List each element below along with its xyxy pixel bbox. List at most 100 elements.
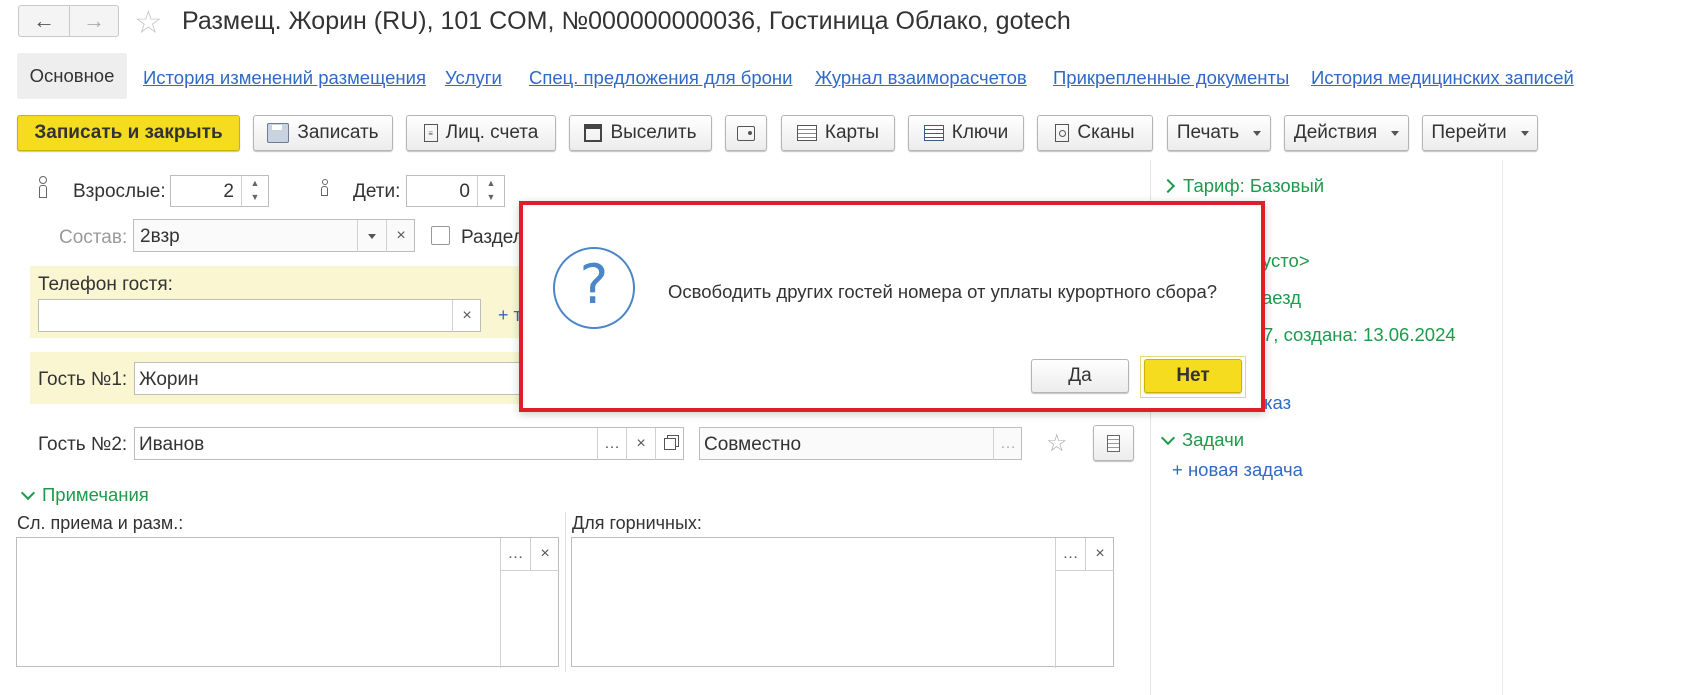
stepper-arrows[interactable]: ▲ ▼: [477, 176, 504, 206]
notes-header-label: Примечания: [42, 484, 149, 505]
select-button[interactable]: …: [993, 428, 1022, 460]
empty-link[interactable]: усто>: [1262, 250, 1310, 272]
favorite-star-icon[interactable]: ☆: [134, 3, 163, 41]
tab-services[interactable]: Услуги: [445, 67, 502, 89]
guest1-value: Жорин: [139, 369, 199, 390]
table-icon: [796, 125, 817, 141]
tab-settlements-journal[interactable]: Журнал взаиморасчетов: [815, 67, 1027, 89]
print-button[interactable]: Печать: [1167, 115, 1271, 151]
phone-label: Телефон гостя:: [38, 274, 173, 295]
close-icon: ×: [462, 307, 472, 324]
tab-special-offers[interactable]: Спец. предложения для брони: [529, 67, 792, 89]
open-button[interactable]: [655, 428, 684, 460]
cards-button[interactable]: Карты: [781, 115, 895, 151]
arrow-left-icon: ←: [33, 8, 55, 33]
yes-button[interactable]: Да: [1031, 359, 1129, 393]
arrival-link[interactable]: аезд: [1262, 287, 1301, 309]
cards-label: Карты: [824, 122, 880, 143]
document-icon: [1107, 434, 1120, 452]
order-link[interactable]: каз: [1264, 392, 1291, 414]
confirm-dialog: ? Освободить других гостей номера от упл…: [519, 201, 1265, 412]
wallet-button[interactable]: [725, 115, 767, 151]
chevron-down-icon: [1253, 130, 1262, 136]
accounts-label: Лиц. счета: [445, 122, 539, 143]
back-button[interactable]: ←: [19, 6, 70, 36]
scans-button[interactable]: Сканы: [1037, 115, 1153, 151]
save-label: Записать: [297, 122, 379, 143]
dropdown-button[interactable]: [357, 220, 386, 252]
together-placeholder: Совместно: [704, 434, 802, 455]
new-task-link[interactable]: + новая задача: [1172, 459, 1303, 481]
tasks-header[interactable]: Задачи: [1160, 429, 1244, 451]
tab-medical-history[interactable]: История медицинских записей: [1311, 67, 1574, 89]
goto-label: Перейти: [1431, 122, 1507, 143]
calculator-icon: ≡: [423, 124, 438, 142]
keys-label: Ключи: [951, 122, 1009, 143]
composition-select[interactable]: 2взр ×: [133, 219, 415, 252]
forward-button[interactable]: →: [69, 6, 119, 36]
floppy-icon: [267, 123, 290, 143]
guest2-value: Иванов: [139, 434, 205, 455]
tab-main[interactable]: Основное: [17, 53, 127, 99]
no-button[interactable]: Нет: [1144, 359, 1242, 393]
notes-header[interactable]: Примечания: [20, 484, 149, 506]
right-panel-divider-2: [1502, 160, 1503, 695]
chevron-right-icon: [1160, 178, 1176, 194]
clear-button[interactable]: ×: [386, 220, 415, 252]
checkout-button[interactable]: Выселить: [569, 115, 712, 151]
actions-label: Действия: [1293, 122, 1378, 143]
maids-notes-textarea[interactable]: … ×: [571, 537, 1114, 668]
print-label: Печать: [1176, 122, 1240, 143]
scans-label: Сканы: [1077, 122, 1135, 143]
children-stepper[interactable]: 0 ▲ ▼: [406, 175, 505, 207]
save-and-close-button[interactable]: Записать и закрыть: [17, 115, 240, 151]
chevron-down-icon: [1160, 430, 1176, 445]
actions-button[interactable]: Действия: [1284, 115, 1409, 151]
phone-input[interactable]: ×: [38, 299, 481, 332]
adults-stepper[interactable]: 2 ▲ ▼: [170, 175, 269, 207]
reception-notes-textarea[interactable]: … ×: [16, 537, 559, 668]
goto-button[interactable]: Перейти: [1422, 115, 1538, 151]
list-icon: [923, 125, 944, 141]
accounts-button[interactable]: ≡ Лиц. счета: [406, 115, 556, 151]
star-icon[interactable]: ☆: [1046, 429, 1068, 458]
scanner-icon: [1055, 124, 1070, 142]
tariff-link[interactable]: Тариф: Базовый: [1160, 175, 1325, 197]
open-window-icon: [664, 438, 676, 450]
tasks-header-label: Задачи: [1182, 429, 1245, 450]
select-button[interactable]: …: [500, 538, 530, 571]
clear-button[interactable]: ×: [1085, 538, 1114, 571]
no-label: Нет: [1176, 365, 1210, 386]
back-forward-group: ← →: [18, 5, 119, 37]
guest2-label: Гость №2:: [38, 434, 128, 455]
stepper-arrows[interactable]: ▲ ▼: [241, 176, 268, 206]
save-and-close-label: Записать и закрыть: [34, 122, 223, 143]
guest1-label: Гость №1:: [38, 369, 128, 390]
clear-button[interactable]: ×: [530, 538, 559, 571]
select-button[interactable]: …: [1055, 538, 1085, 571]
close-icon: ×: [540, 545, 550, 562]
children-label: Дети:: [353, 181, 401, 202]
together-input[interactable]: Совместно …: [699, 427, 1022, 460]
chevron-down-icon: [368, 233, 376, 239]
question-icon: ?: [553, 247, 635, 329]
tariff-label: Тариф: Базовый: [1183, 175, 1325, 196]
separate-checkbox[interactable]: [431, 226, 450, 245]
clear-button[interactable]: ×: [452, 300, 481, 332]
created-text: 7, создана: 13.06.2024: [1263, 324, 1456, 345]
clear-button[interactable]: ×: [626, 428, 655, 460]
keys-button[interactable]: Ключи: [908, 115, 1024, 151]
document-button[interactable]: [1093, 425, 1134, 461]
adult-person-icon: [38, 176, 48, 198]
close-icon: ×: [396, 227, 406, 244]
maids-notes-label: Для горничных:: [572, 513, 702, 533]
tab-placement-history[interactable]: История изменений размещения: [143, 67, 426, 89]
save-button[interactable]: Записать: [253, 115, 393, 151]
guest2-input[interactable]: Иванов … ×: [134, 427, 684, 460]
tab-attached-documents[interactable]: Прикрепленные документы: [1053, 67, 1289, 89]
guest1-input[interactable]: Жорин: [134, 362, 530, 395]
select-button[interactable]: …: [597, 428, 626, 460]
close-icon: ×: [636, 435, 646, 452]
arrow-right-icon: →: [83, 8, 105, 33]
chevron-down-icon: [1520, 130, 1529, 136]
